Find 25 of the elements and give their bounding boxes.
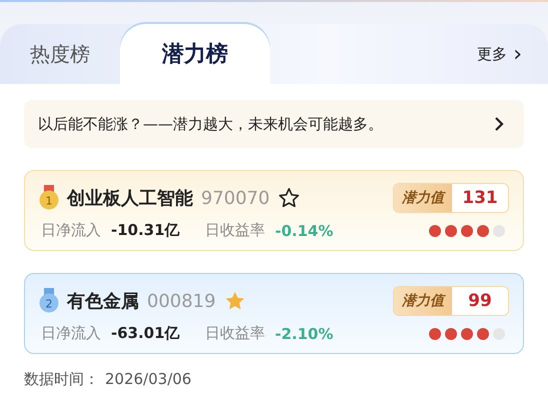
fund-name: 有色金属 [67, 290, 139, 313]
return-label: 日收益率 [205, 221, 265, 240]
fund-card[interactable]: 2 有色金属 000819 潜力值 99 日净流入 -63.01亿 日收益率 -2.10% [24, 273, 524, 354]
score-badge: 潜力值 131 [393, 183, 509, 213]
return-value: -2.10% [275, 324, 334, 342]
flow-label: 日净流入 [41, 324, 101, 343]
date-label: 数据时间： [24, 370, 99, 389]
star-icon[interactable] [224, 290, 246, 312]
score-badge: 潜力值 99 [393, 286, 509, 316]
tip-banner[interactable]: 以后能不能涨？——潜力越大，未来机会可能越多。 [24, 100, 524, 148]
flow-value: -63.01亿 [111, 324, 181, 343]
date-value: 2026/03/06 [105, 370, 192, 389]
fund-name: 创业板人工智能 [67, 187, 193, 210]
chevron-icon [494, 116, 504, 132]
tab[interactable]: 热度榜 [0, 24, 120, 84]
star-icon[interactable] [278, 187, 300, 209]
fund-code: 970070 [201, 188, 270, 208]
fund-card[interactable]: 1 创业板人工智能 970070 潜力值 131 日净流入 -10.31亿 日收益率 -0.14% [24, 170, 524, 251]
more-link[interactable]: 更多 › [477, 42, 548, 66]
fund-code: 000819 [147, 290, 216, 312]
return-label: 日收益率 [205, 324, 265, 343]
flow-value: -10.31亿 [111, 221, 181, 240]
return-value: -0.14% [275, 222, 334, 240]
flow-label: 日净流入 [41, 221, 101, 240]
tab[interactable]: 潜力榜 [120, 24, 270, 84]
